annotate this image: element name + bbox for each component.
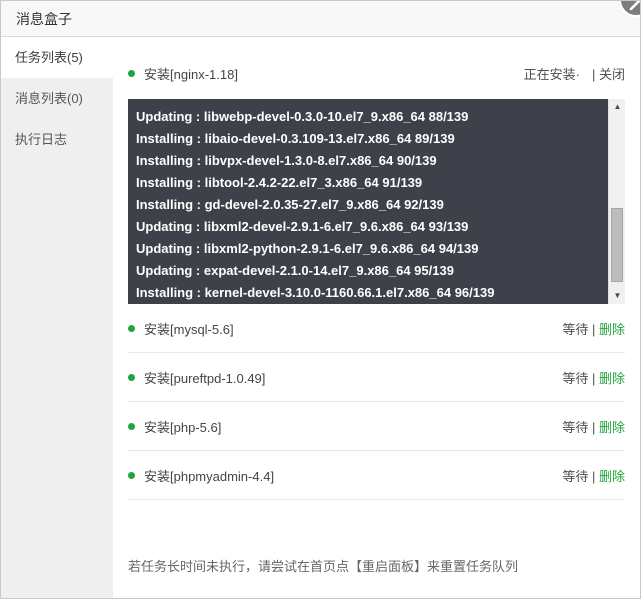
- separator-pipe: |: [591, 370, 596, 386]
- log-line: Installing : libaio-devel-0.3.109-13.el7…: [136, 131, 455, 146]
- task-status-text: 正在安装·: [523, 66, 580, 82]
- log-line: Installing : kernel-devel-3.10.0-1160.66…: [136, 285, 495, 300]
- separator-pipe: |: [591, 419, 596, 435]
- message-box-dialog: 消息盒子 任务列表(5) 消息列表(0) 执行日志 安装[nginx-1.18]…: [0, 0, 641, 599]
- task-status-dot-icon: [128, 373, 135, 381]
- dialog-title: 消息盒子: [16, 10, 72, 27]
- task-delete-button[interactable]: 删除: [599, 322, 625, 337]
- task-status-dot-icon: [128, 324, 135, 332]
- queue-reset-hint: 若任务长时间未执行，请尝试在首页点【重启面板】来重置任务队列: [128, 559, 519, 574]
- task-status-text: 等待: [562, 321, 589, 337]
- log-line: Installing : libtool-2.4.2-22.el7_3.x86_…: [136, 175, 423, 190]
- log-line: Installing : gd-devel-2.0.35-27.el7_9.x8…: [136, 197, 444, 212]
- task-row-pureftpd: 安装[pureftpd-1.0.49] 等待 | 删除: [128, 353, 625, 402]
- task-name: 安装[pureftpd-1.0.49]: [144, 370, 266, 386]
- log-line: Updating : expat-devel-2.1.0-14.el7_9.x8…: [136, 263, 454, 278]
- dialog-close-button[interactable]: [619, 1, 640, 17]
- separator-pipe: |: [591, 66, 596, 82]
- install-log-console[interactable]: Updating : libwebp-devel-0.3.0-10.el7_9.…: [128, 99, 625, 304]
- sidebar-item-message-list[interactable]: 消息列表(0): [1, 78, 113, 119]
- task-status-dot-icon: [128, 422, 135, 430]
- task-name: 安装[nginx-1.18]: [144, 66, 238, 82]
- task-row-mysql: 安装[mysql-5.6] 等待 | 删除: [128, 304, 625, 353]
- task-status-text: 等待: [562, 419, 589, 435]
- task-status-text: 等待: [562, 468, 589, 484]
- scroll-down-icon[interactable]: ▼: [609, 288, 625, 304]
- task-delete-button[interactable]: 删除: [599, 469, 625, 484]
- task-name: 安装[phpmyadmin-4.4]: [144, 468, 275, 484]
- log-line: Updating : libxml2-python-2.9.1-6.el7_9.…: [136, 241, 479, 256]
- sidebar-item-task-list[interactable]: 任务列表(5): [1, 37, 113, 78]
- task-status-dot-icon: [128, 69, 135, 77]
- task-status-text: 等待: [562, 370, 589, 386]
- task-status-dot-icon: [128, 471, 135, 479]
- task-delete-button[interactable]: 删除: [599, 371, 625, 386]
- task-name: 安装[php-5.6]: [144, 419, 222, 435]
- dialog-header: 消息盒子: [1, 1, 640, 37]
- scrollbar-thumb[interactable]: [611, 208, 623, 282]
- log-line: Updating : libwebp-devel-0.3.0-10.el7_9.…: [136, 109, 469, 124]
- scroll-up-icon[interactable]: ▲: [609, 99, 625, 115]
- task-row-php: 安装[php-5.6] 等待 | 删除: [128, 402, 625, 451]
- log-line: Installing : libvpx-devel-1.3.0-8.el7.x8…: [136, 153, 437, 168]
- sidebar-item-exec-log[interactable]: 执行日志: [1, 119, 113, 160]
- log-line: Updating : libxml2-devel-2.9.1-6.el7_9.6…: [136, 219, 469, 234]
- console-scrollbar[interactable]: ▲ ▼: [608, 99, 625, 304]
- task-delete-button[interactable]: 删除: [599, 420, 625, 435]
- task-row-installing: 安装[nginx-1.18] 正在安装· | 关闭: [128, 53, 625, 93]
- sidebar: 任务列表(5) 消息列表(0) 执行日志: [1, 37, 113, 598]
- task-name: 安装[mysql-5.6]: [144, 321, 234, 337]
- separator-pipe: |: [591, 468, 596, 484]
- task-row-phpmyadmin: 安装[phpmyadmin-4.4] 等待 | 删除: [128, 451, 625, 500]
- separator-pipe: |: [591, 321, 596, 337]
- task-close-button[interactable]: 关闭: [599, 67, 625, 82]
- close-icon: [629, 1, 640, 11]
- task-list-panel: 安装[nginx-1.18] 正在安装· | 关闭 Updating : libw…: [113, 37, 640, 598]
